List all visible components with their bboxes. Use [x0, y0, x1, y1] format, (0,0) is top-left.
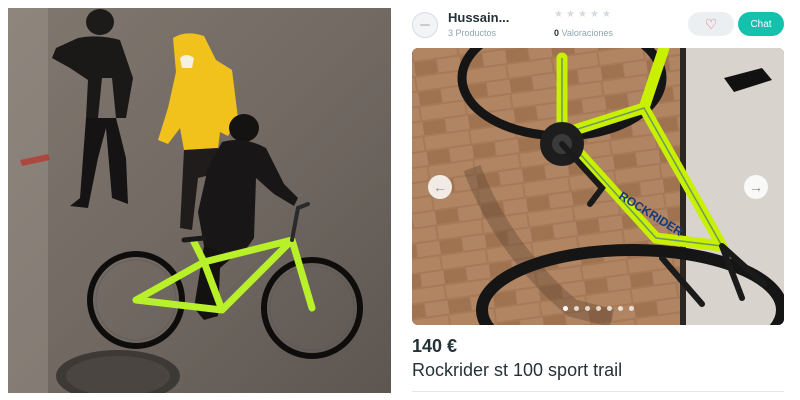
- listing-title: Rockrider st 100 sport trail: [412, 360, 623, 380]
- seller-name[interactable]: Hussain...: [448, 10, 509, 25]
- heart-icon: ♡: [704, 16, 718, 32]
- pagination-dot[interactable]: [562, 306, 568, 311]
- pagination-dot[interactable]: [584, 306, 590, 311]
- star-icon: ★: [590, 9, 599, 20]
- listing-price: 140 €: [412, 336, 458, 356]
- pagination-dot[interactable]: [595, 306, 601, 311]
- star-icon: ★: [602, 9, 611, 20]
- listing-panel: Hussain... 3 Productos ★ ★ ★ ★ ★ 0 Valor…: [404, 0, 800, 400]
- star-icon: ★: [554, 9, 563, 20]
- pagination-dot[interactable]: [628, 306, 634, 311]
- arrow-left-icon[interactable]: ←: [428, 175, 452, 199]
- seller-avatar[interactable]: [412, 12, 438, 38]
- ratings-count: 0 Valoraciones: [554, 28, 613, 38]
- star-icon: ★: [566, 9, 575, 20]
- gallery-pagination: [412, 306, 784, 311]
- divider: [412, 391, 784, 392]
- avatar-placeholder-icon: [420, 24, 430, 26]
- pagination-dot[interactable]: [617, 306, 623, 311]
- star-icon: ★: [578, 9, 587, 20]
- seller-products-count: 3 Productos: [448, 28, 497, 38]
- screenshot-collage: Hussain... 3 Productos ★ ★ ★ ★ ★ 0 Valor…: [0, 0, 800, 400]
- bike-photo: ROCKRIDER: [412, 48, 784, 325]
- ratings-label: Valoraciones: [559, 28, 613, 38]
- arrow-right-icon[interactable]: →: [744, 175, 768, 199]
- star-rating: ★ ★ ★ ★ ★: [554, 9, 611, 20]
- seller-header: Hussain... 3 Productos ★ ★ ★ ★ ★ 0 Valor…: [404, 0, 800, 48]
- street-photo: [8, 8, 391, 393]
- pagination-dot[interactable]: [606, 306, 612, 311]
- chat-button[interactable]: Chat: [738, 12, 784, 36]
- favorite-button[interactable]: ♡: [688, 12, 734, 36]
- image-gallery[interactable]: ROCKRIDER ← →: [412, 48, 784, 325]
- pagination-dot[interactable]: [573, 306, 579, 311]
